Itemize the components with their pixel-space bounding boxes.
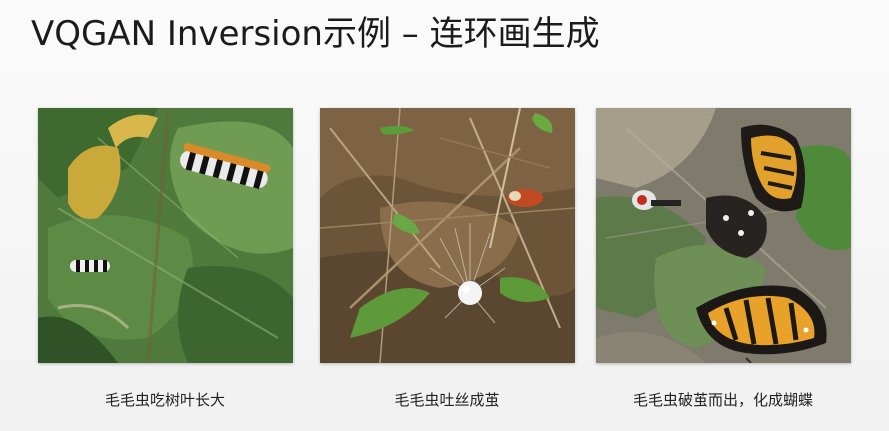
panel-caption-2: 毛毛虫吐丝成茧 xyxy=(394,391,500,409)
caterpillar-on-leaves-image xyxy=(38,108,293,363)
comic-panel-butterflies xyxy=(596,108,851,363)
comic-panel-caterpillar-eating xyxy=(38,108,293,363)
panel-caption-1: 毛毛虫吃树叶长大 xyxy=(104,391,225,409)
slide-title: VQGAN Inversion示例 – 连环画生成 xyxy=(31,14,600,54)
cocoon-on-twigs-image xyxy=(320,108,575,363)
comic-panel-cocoon xyxy=(320,108,575,363)
butterflies-emerging-image xyxy=(596,108,851,363)
panel-caption-3: 毛毛虫破茧而出，化成蝴蝶 xyxy=(632,391,813,409)
